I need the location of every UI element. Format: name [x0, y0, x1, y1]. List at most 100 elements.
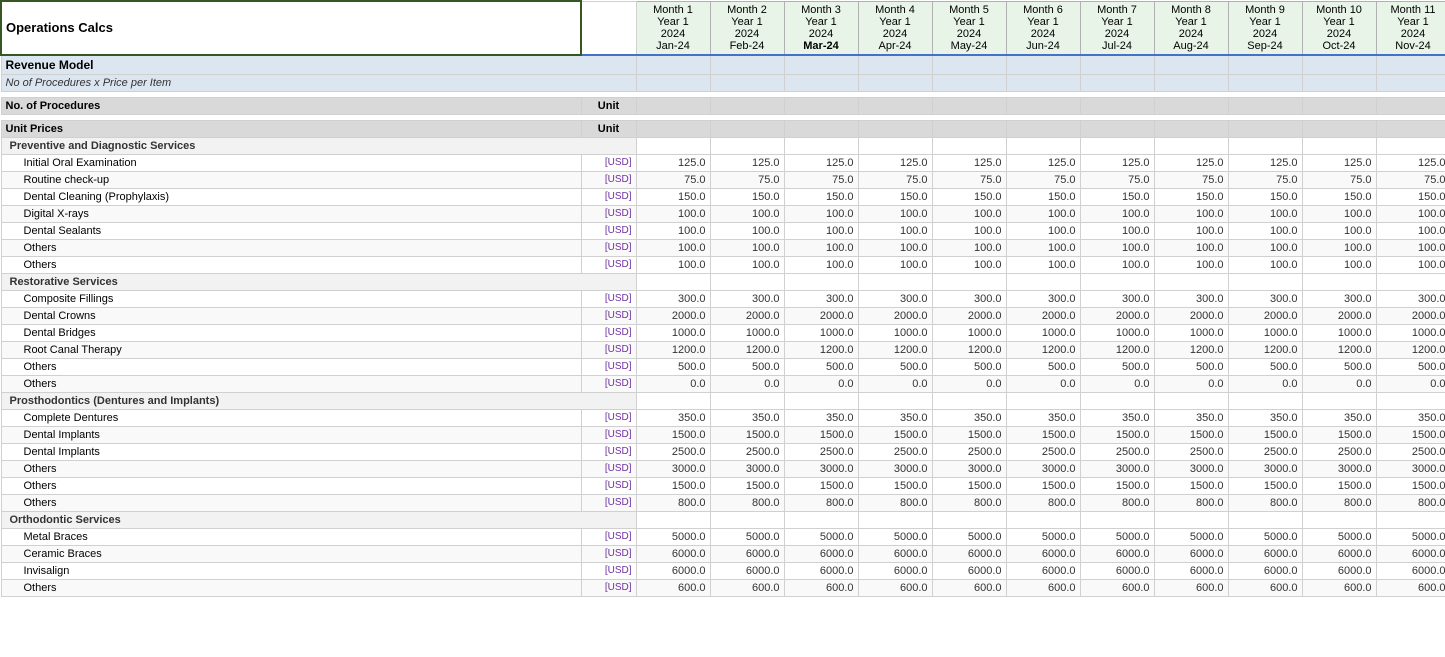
- month-header-2: Month 3 Year 1 2024 Mar-24: [784, 1, 858, 55]
- value-cell: 600.0: [1080, 579, 1154, 596]
- empty-cell: [932, 55, 1006, 75]
- empty-cell: [636, 120, 710, 137]
- item-row: Dental Bridges [USD] 1000.01000.01000.01…: [1, 324, 1445, 341]
- empty-cell: [858, 273, 932, 290]
- value-cell: 100.0: [1302, 222, 1376, 239]
- value-cell: 125.0: [1080, 154, 1154, 171]
- empty-cell: [1154, 120, 1228, 137]
- value-cell: 0.0: [1080, 375, 1154, 392]
- value-cell: 100.0: [1376, 239, 1445, 256]
- value-cell: 150.0: [1154, 188, 1228, 205]
- empty-cell: [784, 137, 858, 154]
- empty-cell: [784, 511, 858, 528]
- value-cell: 1000.0: [1376, 324, 1445, 341]
- value-cell: 75.0: [932, 171, 1006, 188]
- item-label: Others: [1, 358, 581, 375]
- value-cell: 1000.0: [710, 324, 784, 341]
- value-cell: 1200.0: [1376, 341, 1445, 358]
- value-cell: 2000.0: [1006, 307, 1080, 324]
- value-cell: 3000.0: [1228, 460, 1302, 477]
- title-cell[interactable]: Operations Calcs: [1, 1, 581, 55]
- value-cell: 75.0: [636, 171, 710, 188]
- year-label-7: Year 1: [1159, 16, 1224, 28]
- item-label: Routine check-up: [1, 171, 581, 188]
- value-cell: 350.0: [1228, 409, 1302, 426]
- value-cell: 1500.0: [710, 426, 784, 443]
- value-cell: 1200.0: [1302, 341, 1376, 358]
- value-cell: 0.0: [1376, 375, 1445, 392]
- category-label-1: Restorative Services: [1, 273, 636, 290]
- empty-cell: [1228, 74, 1302, 91]
- item-unit: [USD]: [581, 290, 636, 307]
- year-5: 2024: [1011, 28, 1076, 40]
- value-cell: 300.0: [858, 290, 932, 307]
- empty-cell: [1228, 97, 1302, 114]
- value-cell: 350.0: [1376, 409, 1445, 426]
- unit-prices-label: Unit Prices: [1, 120, 581, 137]
- value-cell: 6000.0: [1080, 562, 1154, 579]
- year-2: 2024: [789, 28, 854, 40]
- value-cell: 100.0: [784, 239, 858, 256]
- date-label-4: May-24: [937, 40, 1002, 52]
- value-cell: 2500.0: [1154, 443, 1228, 460]
- value-cell: 1000.0: [858, 324, 932, 341]
- empty-cell: [636, 511, 710, 528]
- year-label-1: Year 1: [715, 16, 780, 28]
- value-cell: 500.0: [636, 358, 710, 375]
- item-row: Dental Crowns [USD] 2000.02000.02000.020…: [1, 307, 1445, 324]
- date-label-0: Jan-24: [641, 40, 706, 52]
- year-label-0: Year 1: [641, 16, 706, 28]
- value-cell: 1500.0: [1302, 477, 1376, 494]
- empty-cell: [858, 137, 932, 154]
- value-cell: 6000.0: [1006, 545, 1080, 562]
- value-cell: 1500.0: [1154, 477, 1228, 494]
- item-unit: [USD]: [581, 324, 636, 341]
- value-cell: 100.0: [1006, 256, 1080, 273]
- item-unit: [USD]: [581, 205, 636, 222]
- value-cell: 600.0: [1228, 579, 1302, 596]
- value-cell: 100.0: [1376, 256, 1445, 273]
- value-cell: 1500.0: [1080, 477, 1154, 494]
- value-cell: 0.0: [710, 375, 784, 392]
- value-cell: 6000.0: [784, 545, 858, 562]
- value-cell: 500.0: [1006, 358, 1080, 375]
- value-cell: 2000.0: [932, 307, 1006, 324]
- empty-cell: [858, 392, 932, 409]
- value-cell: 2000.0: [784, 307, 858, 324]
- value-cell: 6000.0: [1228, 545, 1302, 562]
- value-cell: 100.0: [636, 222, 710, 239]
- value-cell: 5000.0: [932, 528, 1006, 545]
- value-cell: 100.0: [858, 239, 932, 256]
- value-cell: 1500.0: [1302, 426, 1376, 443]
- value-cell: 300.0: [1006, 290, 1080, 307]
- value-cell: 125.0: [932, 154, 1006, 171]
- value-cell: 100.0: [1228, 222, 1302, 239]
- empty-cell: [1080, 273, 1154, 290]
- category-header-1: Restorative Services: [1, 273, 1445, 290]
- value-cell: 2000.0: [710, 307, 784, 324]
- month-header-3: Month 4 Year 1 2024 Apr-24: [858, 1, 932, 55]
- item-row: Dental Cleaning (Prophylaxis) [USD] 150.…: [1, 188, 1445, 205]
- item-label: Others: [1, 239, 581, 256]
- value-cell: 500.0: [1080, 358, 1154, 375]
- month-header-8: Month 9 Year 1 2024 Sep-24: [1228, 1, 1302, 55]
- empty-cell: [710, 273, 784, 290]
- value-cell: 350.0: [636, 409, 710, 426]
- value-cell: 6000.0: [932, 545, 1006, 562]
- value-cell: 6000.0: [710, 545, 784, 562]
- item-unit: [USD]: [581, 426, 636, 443]
- value-cell: 600.0: [784, 579, 858, 596]
- empty-cell: [1376, 74, 1445, 91]
- value-cell: 100.0: [1154, 205, 1228, 222]
- value-cell: 1500.0: [1228, 477, 1302, 494]
- empty-cell: [1006, 120, 1080, 137]
- item-label: Initial Oral Examination: [1, 154, 581, 171]
- item-unit: [USD]: [581, 562, 636, 579]
- value-cell: 1500.0: [1376, 426, 1445, 443]
- value-cell: 1000.0: [1006, 324, 1080, 341]
- value-cell: 6000.0: [1228, 562, 1302, 579]
- title-row: Operations Calcs Month 1 Year 1 2024 Jan…: [1, 1, 1445, 55]
- empty-cell: [1080, 137, 1154, 154]
- value-cell: 600.0: [710, 579, 784, 596]
- value-cell: 100.0: [1228, 256, 1302, 273]
